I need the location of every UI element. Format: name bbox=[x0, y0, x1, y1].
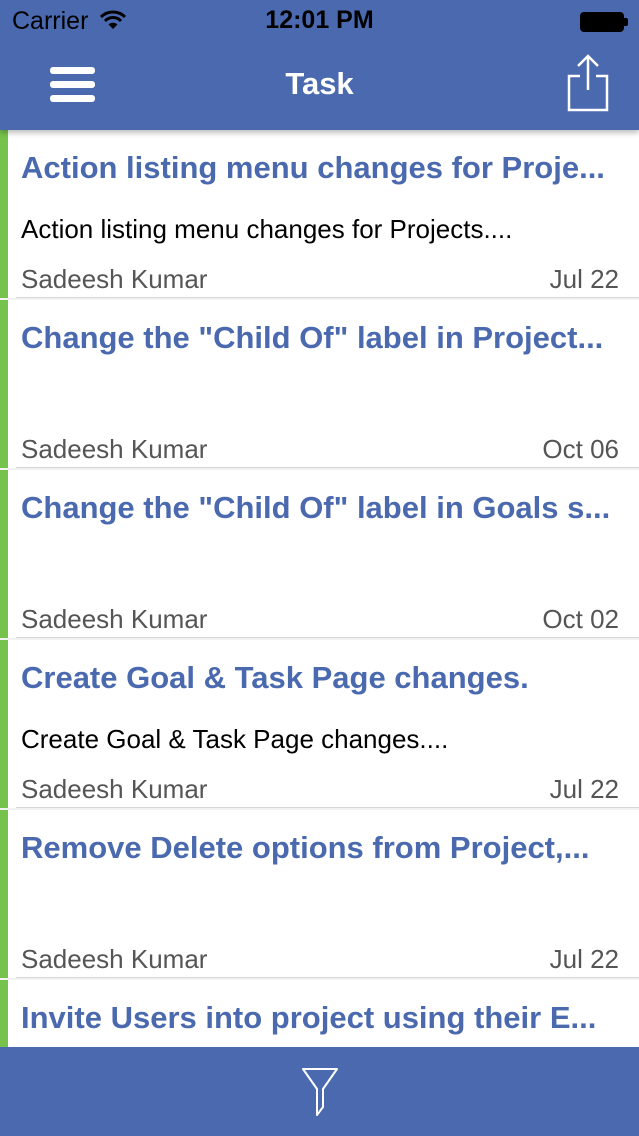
task-date: Oct 06 bbox=[542, 434, 619, 464]
header: Carrier 12:01 PM Task bbox=[0, 0, 639, 130]
task-item[interactable]: Remove Delete options from Project,... S… bbox=[0, 810, 639, 978]
task-title: Change the "Child Of" label in Goals s..… bbox=[21, 490, 611, 525]
status-time: 12:01 PM bbox=[265, 6, 374, 34]
task-screen: Carrier 12:01 PM Task Action listing men… bbox=[0, 0, 639, 1136]
task-date: Oct 02 bbox=[542, 604, 619, 634]
task-owner: Sadeesh Kumar bbox=[21, 434, 208, 464]
task-owner: Sadeesh Kumar bbox=[21, 944, 208, 974]
bottom-toolbar bbox=[0, 1047, 639, 1136]
task-owner: Sadeesh Kumar bbox=[21, 604, 208, 634]
task-title: Create Goal & Task Page changes. bbox=[21, 660, 529, 695]
task-item[interactable]: Change the "Child Of" label in Project..… bbox=[0, 300, 639, 468]
task-list: Action listing menu changes for Proje...… bbox=[0, 130, 639, 1047]
task-date: Jul 22 bbox=[549, 264, 619, 294]
task-owner: Sadeesh Kumar bbox=[21, 774, 208, 804]
task-date: Jul 22 bbox=[549, 944, 619, 974]
task-description: Action listing menu changes for Projects… bbox=[21, 214, 513, 244]
battery-tip bbox=[624, 18, 628, 26]
filter-icon[interactable] bbox=[301, 1067, 339, 1117]
task-description: Create Goal & Task Page changes.... bbox=[21, 724, 449, 754]
nav-bar: Task bbox=[0, 42, 639, 130]
task-item[interactable]: Create Goal & Task Page changes. Create … bbox=[0, 640, 639, 808]
task-item[interactable]: Action listing menu changes for Proje...… bbox=[0, 130, 639, 298]
battery-body bbox=[580, 12, 624, 32]
share-icon[interactable] bbox=[566, 52, 610, 112]
task-date: Jul 22 bbox=[549, 774, 619, 804]
task-owner: Sadeesh Kumar bbox=[21, 264, 208, 294]
task-title: Remove Delete options from Project,... bbox=[21, 830, 590, 865]
task-title: Invite Users into project using their E.… bbox=[21, 1000, 597, 1035]
status-bar: Carrier 12:01 PM bbox=[0, 0, 639, 42]
task-title: Action listing menu changes for Proje... bbox=[21, 150, 605, 185]
task-item[interactable]: Change the "Child Of" label in Goals s..… bbox=[0, 470, 639, 638]
battery-icon bbox=[580, 12, 628, 32]
page-title: Task bbox=[285, 66, 354, 101]
task-title: Change the "Child Of" label in Project..… bbox=[21, 320, 604, 355]
task-item[interactable]: Invite Users into project using their E.… bbox=[0, 980, 639, 1047]
